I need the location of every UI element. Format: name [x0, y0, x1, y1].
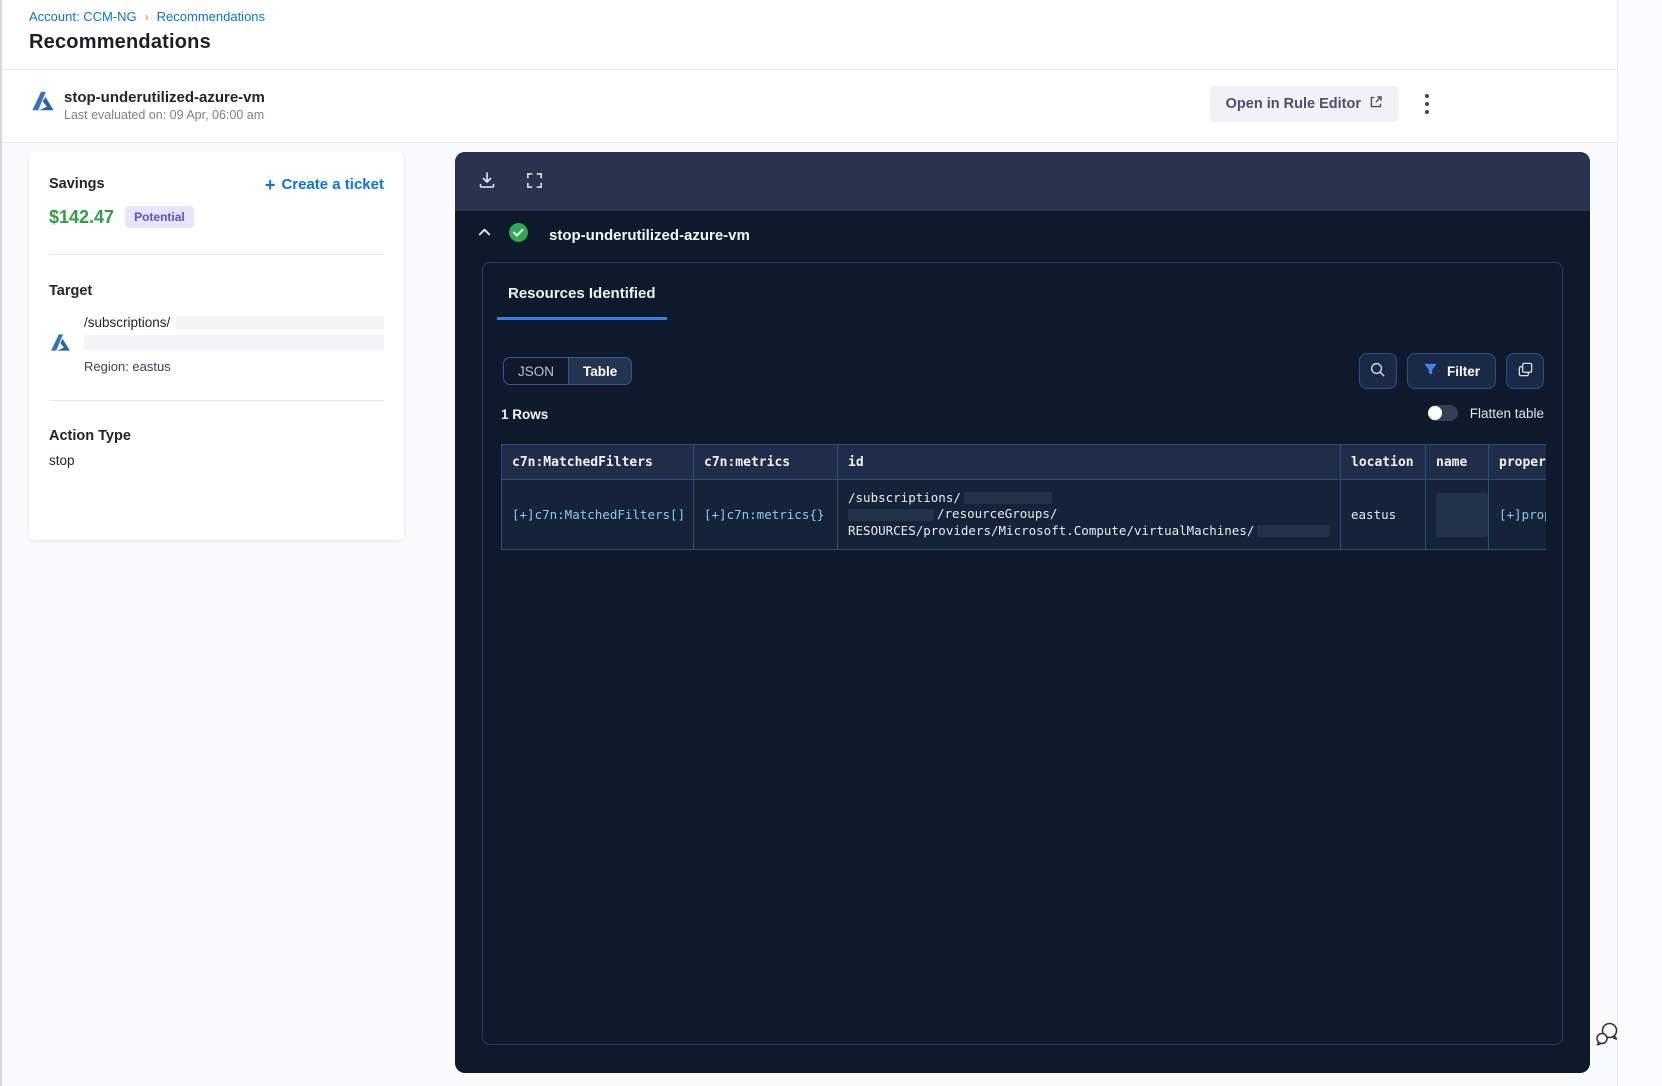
open-in-rule-editor-label: Open in Rule Editor: [1225, 96, 1361, 112]
success-check-icon: [508, 222, 529, 248]
id-line-2: /resourceGroups/: [937, 506, 1058, 522]
page-header: Account: CCM-NG › Recommendations Recomm…: [2, 0, 1617, 70]
column-header-metrics[interactable]: c7n:metrics: [693, 444, 838, 480]
flatten-table-label: Flatten table: [1469, 405, 1544, 421]
external-link-icon: [1369, 95, 1383, 113]
breadcrumb-recommendations-link[interactable]: Recommendations: [157, 9, 265, 24]
target-region: Region: eastus: [84, 359, 171, 374]
cell-location: eastus: [1340, 479, 1426, 550]
rule-last-evaluated: Last evaluated on: 09 Apr, 06:00 am: [64, 108, 265, 122]
search-icon: [1369, 361, 1386, 381]
card-divider: [49, 400, 384, 401]
action-type-label: Action Type: [49, 428, 131, 444]
target-path: /subscriptions/: [84, 315, 171, 330]
download-button[interactable]: [477, 170, 497, 193]
resources-identified-section: Resources Identified JSON Table Filter 1…: [482, 262, 1563, 1045]
flatten-table-toggle[interactable]: [1427, 405, 1458, 421]
download-icon: [477, 170, 497, 193]
redacted-value: [963, 492, 1052, 504]
expand-matched-filters[interactable]: [+]c7n:MatchedFilters[]: [512, 507, 685, 522]
filter-button[interactable]: Filter: [1406, 353, 1496, 389]
view-mode-table[interactable]: Table: [569, 358, 632, 384]
table-row: [+]c7n:MatchedFilters[] [+]c7n:metrics{}…: [501, 479, 1546, 550]
expand-properties[interactable]: [+]properties{}: [1499, 507, 1546, 522]
content-area: Savings + Create a ticket $142.47 Potent…: [2, 143, 1617, 1086]
breadcrumb-separator-icon: ›: [144, 9, 149, 24]
cell-name: [1425, 479, 1489, 550]
copy-icon: [1517, 361, 1534, 381]
right-gutter: [1617, 0, 1662, 1086]
target-label: Target: [49, 283, 93, 299]
open-in-rule-editor-button[interactable]: Open in Rule Editor: [1209, 86, 1399, 122]
results-panel: stop-underutilized-azure-vm Resources Id…: [455, 152, 1590, 1073]
column-header-id[interactable]: id: [837, 444, 1341, 480]
more-options-menu[interactable]: [1415, 92, 1439, 116]
breadcrumb: Account: CCM-NG › Recommendations: [29, 9, 265, 24]
savings-label: Savings: [49, 176, 105, 192]
rows-count: 1 Rows: [501, 407, 549, 422]
column-header-name[interactable]: name: [1425, 444, 1489, 480]
tab-resources-identified[interactable]: Resources Identified: [497, 285, 667, 320]
rule-name: stop-underutilized-azure-vm: [64, 89, 265, 106]
column-header-location[interactable]: location: [1340, 444, 1426, 480]
column-header-matched-filters[interactable]: c7n:MatchedFilters: [501, 444, 694, 480]
create-ticket-button[interactable]: + Create a ticket: [264, 174, 384, 195]
redacted-value: [1257, 525, 1330, 537]
card-divider: [49, 254, 384, 255]
help-chat-button[interactable]: [1591, 1019, 1623, 1051]
expand-metrics[interactable]: [+]c7n:metrics{}: [704, 507, 824, 522]
azure-target-icon: [49, 331, 72, 359]
azure-icon: [30, 88, 56, 119]
create-ticket-label: Create a ticket: [281, 176, 384, 193]
savings-amount: $142.47: [49, 206, 115, 227]
page-title: Recommendations: [29, 31, 211, 53]
plus-icon: +: [264, 174, 276, 195]
redacted-subscription-id: [176, 316, 384, 329]
table-header-row: c7n:MatchedFilters c7n:metrics id locati…: [501, 444, 1546, 480]
chat-bubbles-icon: [1592, 1022, 1622, 1052]
rule-header-bar: stop-underutilized-azure-vm Last evaluat…: [2, 71, 1617, 143]
copy-button[interactable]: [1506, 353, 1544, 389]
fullscreen-icon: [525, 171, 544, 193]
breadcrumb-account-link[interactable]: Account: CCM-NG: [29, 9, 137, 24]
column-header-properties[interactable]: properties: [1488, 444, 1546, 480]
filter-icon: [1423, 362, 1438, 380]
action-type-value: stop: [49, 453, 75, 468]
rule-result-collapse-row[interactable]: stop-underutilized-azure-vm: [477, 222, 750, 248]
redacted-value: [848, 508, 934, 521]
view-mode-toggle: JSON Table: [503, 357, 633, 385]
fullscreen-button[interactable]: [525, 171, 544, 193]
id-line-3: RESOURCES/providers/Microsoft.Compute/vi…: [848, 522, 1255, 538]
panel-rule-title: stop-underutilized-azure-vm: [549, 226, 750, 244]
filter-label: Filter: [1446, 363, 1480, 379]
chevron-up-icon[interactable]: [477, 225, 492, 245]
view-mode-json[interactable]: JSON: [504, 358, 570, 384]
search-button[interactable]: [1358, 353, 1397, 389]
resources-table: c7n:MatchedFilters c7n:metrics id locati…: [501, 444, 1546, 550]
potential-badge: Potential: [125, 206, 194, 228]
panel-toolbar: [455, 152, 1590, 211]
resources-table-container: c7n:MatchedFilters c7n:metrics id locati…: [501, 444, 1546, 550]
redacted-subscription-id: [84, 335, 384, 350]
id-line-1: /subscriptions/: [848, 489, 961, 505]
savings-card: Savings + Create a ticket $142.47 Potent…: [29, 152, 404, 540]
redacted-value: [1436, 492, 1488, 537]
cell-id: /subscriptions/ /resourceGroups/ RESOURC…: [837, 479, 1341, 550]
